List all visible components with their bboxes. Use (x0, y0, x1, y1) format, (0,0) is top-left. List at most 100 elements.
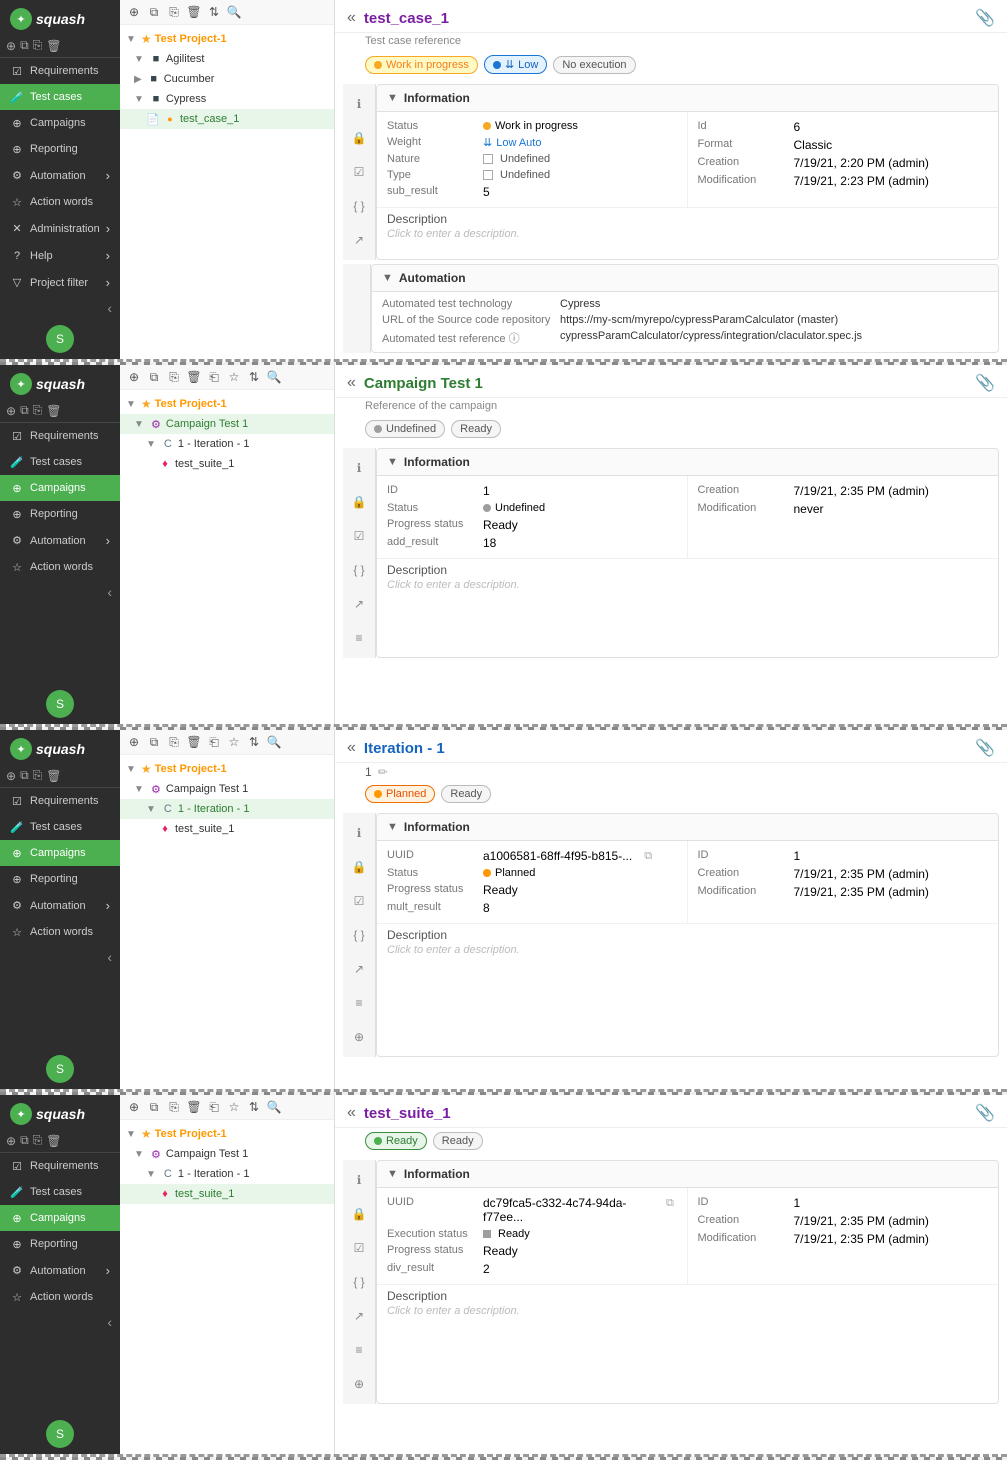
tree-copy-icon[interactable]: ⧉ (146, 1099, 162, 1115)
camp-collapse[interactable]: ▼ (134, 419, 144, 430)
sidebar-item-reporting[interactable]: ⊕ Reporting (0, 1231, 120, 1257)
tree-add-icon[interactable]: ⊕ (126, 734, 142, 750)
delete-icon[interactable]: 🗑 (46, 769, 61, 783)
tree-project-row[interactable]: ▼ ★ Test Project-1 (120, 1124, 334, 1144)
info-icon-btn[interactable]: ℹ (347, 456, 371, 480)
sidebar-item-action-words[interactable]: ☆ Action words (0, 1284, 120, 1310)
tree-paste-icon[interactable]: ⎘ (166, 4, 182, 20)
lock-icon-btn[interactable]: 🔒 (347, 855, 371, 879)
tree-star-icon[interactable]: ☆ (226, 734, 242, 750)
copy-icon[interactable]: ⧉ (20, 1133, 29, 1148)
project-collapse-icon[interactable]: ▼ (126, 1129, 136, 1140)
tree-sort-icon[interactable]: ⇅ (246, 1099, 262, 1115)
sidebar-item-action-words[interactable]: ☆ Action words (0, 554, 120, 580)
iter-collapse[interactable]: ▼ (146, 439, 156, 450)
sidebar-collapse-btn[interactable]: ‹ (0, 580, 120, 604)
tag-ready[interactable]: Ready (365, 1132, 427, 1150)
share-icon-btn[interactable]: ↗ (347, 592, 371, 616)
user-avatar[interactable]: S (46, 1420, 74, 1448)
info-icon-btn[interactable]: ℹ (347, 1168, 371, 1192)
delete-icon[interactable]: 🗑 (46, 39, 61, 53)
sidebar-item-reporting[interactable]: ⊕ Reporting (0, 501, 120, 527)
sidebar-item-automation[interactable]: ⚙ Automation (0, 527, 120, 554)
section-header[interactable]: ▼Information (377, 1161, 998, 1188)
tree-export-icon[interactable]: ⎗ (206, 734, 222, 750)
tag-planned[interactable]: Planned (365, 785, 435, 803)
copy-icon[interactable]: ⧉ (20, 403, 29, 418)
tree-item-campaign-test-1[interactable]: ▼⚙Campaign Test 1 (120, 414, 334, 434)
tree-project-row[interactable]: ▼ ★ Test Project-1 (120, 759, 334, 779)
tree-star-icon[interactable]: ☆ (226, 369, 242, 385)
sidebar-item-requirements[interactable]: ☑ Requirements (0, 1153, 120, 1179)
tree-sort-icon[interactable]: ⇅ (246, 734, 262, 750)
plus-icon[interactable]: ⊕ (6, 769, 16, 783)
tree-add-icon[interactable]: ⊕ (126, 4, 142, 20)
description-placeholder[interactable]: Click to enter a description. (387, 228, 988, 240)
tag-ready[interactable]: Ready (433, 1132, 483, 1150)
tree-paste-icon[interactable]: ⎘ (166, 369, 182, 385)
sidebar-item-reporting[interactable]: ⊕ Reporting (0, 136, 120, 162)
tag-no-execution[interactable]: No execution (553, 56, 635, 74)
attach-icon[interactable]: 📎 (975, 738, 995, 758)
user-avatar[interactable]: S (46, 1055, 74, 1083)
braces-icon-btn[interactable]: { } (347, 194, 371, 218)
list-icon-btn[interactable]: ≡ (347, 626, 371, 650)
project-star-icon[interactable]: ★ (141, 32, 152, 46)
user-avatar[interactable]: S (46, 690, 74, 718)
tree-star-icon[interactable]: ☆ (226, 1099, 242, 1115)
sidebar-item-test-cases[interactable]: 🧪 Test cases (0, 84, 120, 110)
braces-icon-btn[interactable]: { } (347, 923, 371, 947)
braces-icon-btn[interactable]: { } (347, 558, 371, 582)
paste-icon[interactable]: ⎘ (33, 768, 43, 783)
share-icon-btn[interactable]: ↗ (347, 957, 371, 981)
main-collapse-btn[interactable]: « (347, 1104, 356, 1122)
copy-btn[interactable]: ⧉ (663, 1196, 676, 1210)
tree-copy-icon[interactable]: ⧉ (146, 4, 162, 20)
sidebar-item-help[interactable]: ? Help (0, 242, 120, 269)
tree-item-campaign-test-1[interactable]: ▼⚙Campaign Test 1 (120, 1144, 334, 1164)
project-star-icon[interactable]: ★ (141, 1127, 152, 1141)
logo[interactable]: ✦squash (0, 1095, 120, 1129)
paste-icon[interactable]: ⎘ (33, 403, 43, 418)
sidebar-collapse-btn[interactable]: ‹ (0, 1310, 120, 1334)
tree-search-icon[interactable]: 🔍 (266, 369, 282, 385)
sidebar-item-test-cases[interactable]: 🧪 Test cases (0, 1179, 120, 1205)
tag-low[interactable]: ⇊ Low (484, 55, 547, 74)
tree-export-icon[interactable]: ⎗ (206, 369, 222, 385)
paste-icon[interactable]: ⎘ (33, 1133, 43, 1148)
sidebar-item-requirements[interactable]: ☑ Requirements (0, 423, 120, 449)
tree-search-icon[interactable]: 🔍 (266, 734, 282, 750)
sidebar-item-campaigns[interactable]: ⊕ Campaigns (0, 1205, 120, 1231)
clock-icon-btn[interactable]: ⊕ (347, 1025, 371, 1049)
tree-sort-icon[interactable]: ⇅ (246, 369, 262, 385)
main-collapse-btn[interactable]: « (347, 374, 356, 392)
tree-item-test_suite_1[interactable]: ♦test_suite_1 (120, 819, 334, 839)
section-header[interactable]: ▼Information (377, 85, 998, 112)
project-star-icon[interactable]: ★ (141, 762, 152, 776)
sidebar-item-automation[interactable]: ⚙ Automation (0, 162, 120, 189)
sidebar-collapse-btn[interactable]: ‹ (0, 945, 120, 969)
tree-item-1---iteration---1[interactable]: ▼C1 - Iteration - 1 (120, 1164, 334, 1184)
tree-search-icon[interactable]: 🔍 (266, 1099, 282, 1115)
copy-btn[interactable]: ⧉ (641, 849, 655, 863)
task-icon-btn[interactable]: ☑ (347, 524, 371, 548)
user-avatar[interactable]: S (46, 325, 74, 353)
tag-work-in-progress[interactable]: Work in progress (365, 56, 478, 74)
paste-icon[interactable]: ⎘ (33, 38, 43, 53)
sidebar-item-project-filter[interactable]: ▽ Project filter (0, 269, 120, 296)
tree-copy-icon[interactable]: ⧉ (146, 369, 162, 385)
share-icon-btn[interactable]: ↗ (347, 228, 371, 252)
description-placeholder[interactable]: Click to enter a description. (387, 1305, 988, 1317)
description-placeholder[interactable]: Click to enter a description. (387, 944, 988, 956)
sidebar-item-automation[interactable]: ⚙ Automation (0, 1257, 120, 1284)
logo[interactable]: ✦squash (0, 0, 120, 34)
info-icon-btn[interactable]: ℹ (347, 92, 371, 116)
lock-icon-btn[interactable]: 🔒 (347, 1202, 371, 1226)
copy-icon[interactable]: ⧉ (20, 38, 29, 53)
tree-paste-icon[interactable]: ⎘ (166, 734, 182, 750)
plus-icon[interactable]: ⊕ (6, 39, 16, 53)
camp-collapse[interactable]: ▼ (134, 1149, 144, 1160)
sidebar-item-test-cases[interactable]: 🧪 Test cases (0, 814, 120, 840)
tree-search-icon[interactable]: 🔍 (226, 4, 242, 20)
project-star-icon[interactable]: ★ (141, 397, 152, 411)
